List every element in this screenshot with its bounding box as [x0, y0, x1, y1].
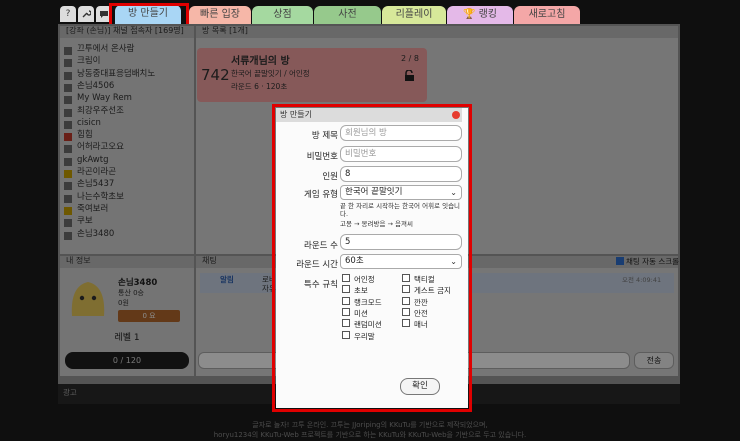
dialog-title: 방 만들기: [276, 108, 462, 122]
help-icon[interactable]: ?: [60, 6, 76, 22]
rule-label: 깐깐: [414, 297, 428, 307]
rule-label: 게스트 금지: [414, 286, 451, 296]
checkbox-icon[interactable]: [402, 296, 410, 305]
tab-quick-join[interactable]: 빠른 입장: [189, 6, 251, 24]
checkbox-icon[interactable]: [342, 330, 350, 339]
rule-checkbox[interactable]: 안전: [402, 307, 428, 318]
label-special-rules: 특수 규칙: [304, 280, 338, 290]
checkbox-icon[interactable]: [342, 307, 350, 316]
chevron-down-icon: ⌄: [450, 257, 457, 266]
rule-checkbox[interactable]: 어인정: [342, 274, 375, 284]
rounds-input[interactable]: 5: [340, 234, 462, 250]
checkbox-icon[interactable]: [402, 274, 410, 282]
round-time-select[interactable]: 60초 ⌄: [340, 254, 462, 269]
game-mode-value: 한국어 끝말잇기: [345, 187, 403, 197]
rule-label: 랭크모드: [354, 297, 382, 307]
rule-label: 미션: [354, 308, 368, 318]
label-round-time: 라운드 시간: [296, 260, 338, 270]
rule-checkbox[interactable]: 랭크모드: [342, 296, 382, 307]
label-password: 비밀번호: [306, 152, 338, 162]
tab-shop[interactable]: 상점: [252, 6, 313, 24]
checkbox-icon[interactable]: [402, 285, 410, 294]
rule-label: 안전: [414, 308, 428, 318]
confirm-button[interactable]: 확인: [400, 378, 440, 395]
wrench-icon[interactable]: [78, 6, 94, 22]
checkbox-icon[interactable]: [342, 274, 350, 282]
checkbox-icon[interactable]: [342, 319, 350, 328]
rule-label: 초보: [354, 286, 368, 296]
rule-checkbox[interactable]: 랜덤미션: [342, 319, 382, 329]
rule-checkbox[interactable]: 게스트 금지: [402, 285, 451, 295]
game-mode-select[interactable]: 한국어 끝말잇기 ⌄: [340, 185, 462, 200]
rule-label: 랜덤미션: [354, 320, 382, 330]
tab-refresh[interactable]: 새로고침: [514, 6, 580, 24]
checkbox-icon[interactable]: [402, 319, 410, 328]
room-title-input[interactable]: 회원님의 방: [340, 125, 462, 141]
close-icon[interactable]: [452, 111, 460, 119]
rule-label: 매너: [414, 320, 428, 330]
rule-label: 택티컬: [414, 275, 435, 284]
rule-checkbox[interactable]: 초보: [342, 285, 368, 295]
rule-checkbox[interactable]: 깐깐: [402, 296, 428, 307]
round-time-value: 60초: [345, 256, 364, 266]
checkbox-icon[interactable]: [342, 296, 350, 305]
label-people: 인원: [322, 172, 338, 182]
checkbox-icon[interactable]: [342, 285, 350, 294]
trophy-icon: 🏆: [462, 9, 476, 20]
label-rounds: 라운드 수: [304, 241, 338, 251]
tab-ranking[interactable]: 🏆 랭킹: [447, 6, 513, 24]
label-game-mode: 게임 유형: [304, 190, 338, 200]
rule-label: 우리말: [354, 331, 375, 341]
tab-dictionary[interactable]: 사전: [314, 6, 381, 24]
checkbox-icon[interactable]: [402, 307, 410, 316]
chevron-down-icon: ⌄: [450, 188, 457, 197]
rule-checkbox[interactable]: 우리말: [342, 330, 375, 341]
label-room-title: 방 제목: [311, 131, 338, 141]
rule-checkbox[interactable]: 매너: [402, 319, 428, 329]
make-room-dialog: 방 만들기 방 제목 회원님의 방 비밀번호 비밀번호 인원 8 게임 유형 한…: [276, 108, 468, 408]
people-input[interactable]: 8: [340, 166, 462, 182]
mode-description: 끝 한 자리로 시작하는 한국어 어휘로 잇습니다.: [340, 202, 461, 218]
password-input[interactable]: 비밀번호: [340, 146, 462, 162]
mode-example: 고몽 → 몽려방음 → 음져씨: [340, 220, 413, 228]
tab-replay[interactable]: 리플레이: [382, 6, 446, 24]
rule-checkbox[interactable]: 미션: [342, 307, 368, 318]
rule-label: 어인정: [354, 275, 375, 284]
tab-ranking-label: 랭킹: [478, 9, 498, 20]
rule-checkbox[interactable]: 택티컬: [402, 274, 435, 284]
